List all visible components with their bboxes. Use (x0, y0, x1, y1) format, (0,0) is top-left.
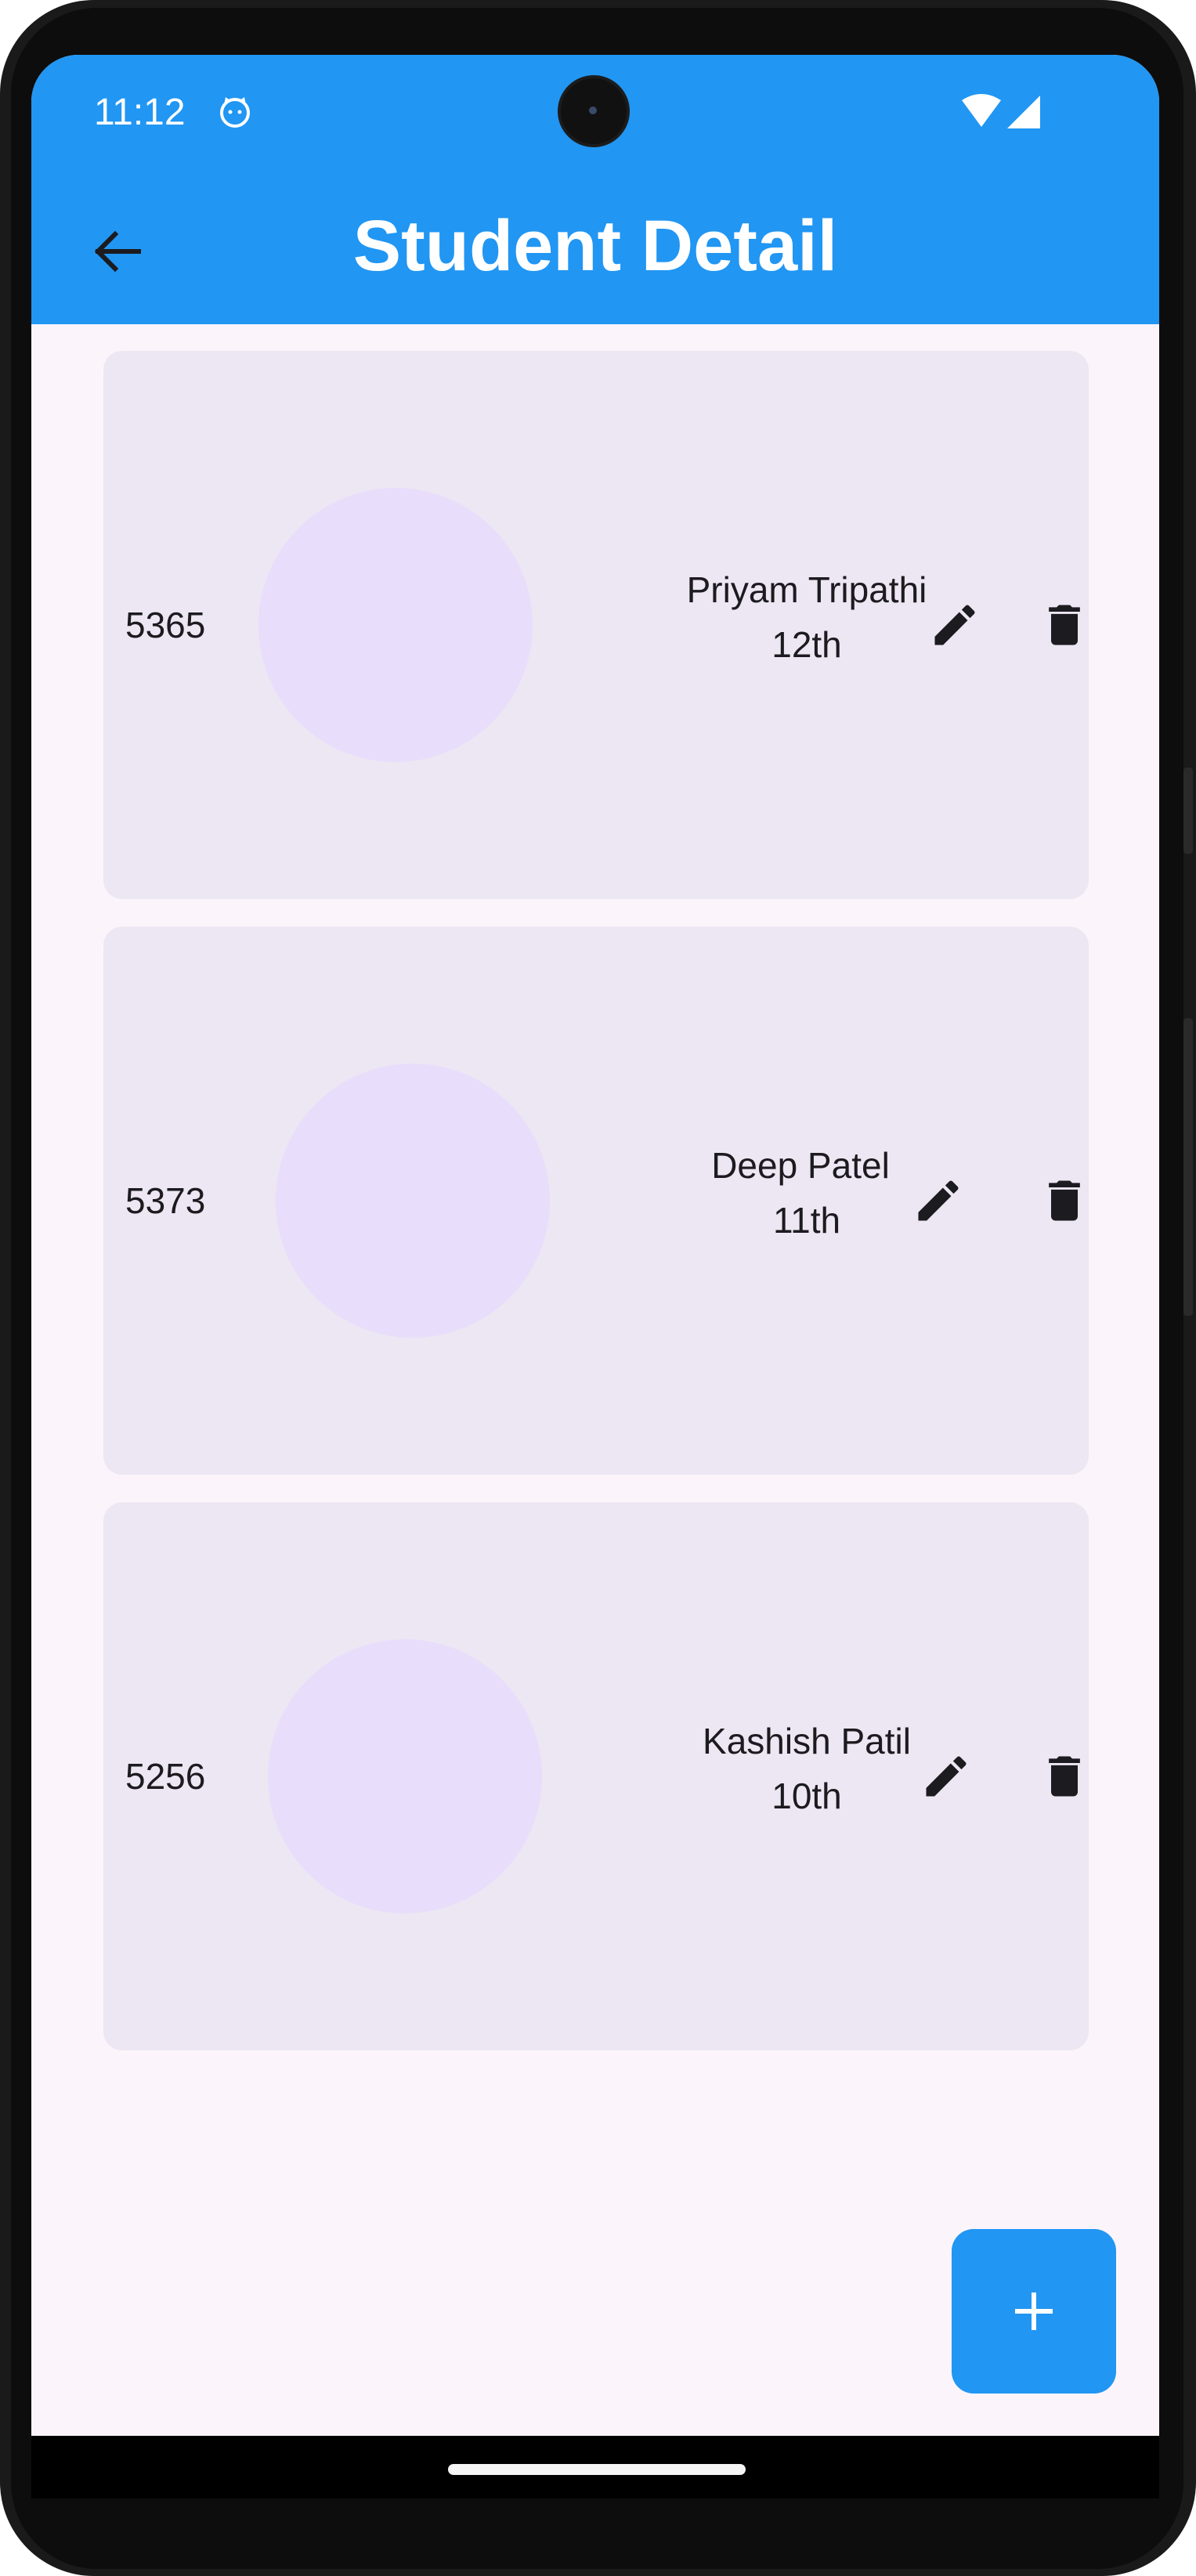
edit-button[interactable] (917, 587, 992, 663)
student-id: 5373 (125, 1180, 206, 1221)
front-camera (561, 78, 627, 144)
add-student-button[interactable] (952, 2229, 1116, 2394)
power-button (1183, 1018, 1193, 1316)
phone-frame: 11:12 Student Detail 5365 Priyam Tripath… (0, 0, 1196, 2576)
student-info: Kashish Patil 10th (674, 1714, 940, 1823)
student-card[interactable]: 5373 Deep Patel 11th (103, 927, 1089, 1475)
status-time: 11:12 (94, 92, 186, 133)
student-grade: 12th (771, 624, 842, 665)
volume-button (1183, 768, 1193, 854)
student-name: Priyam Tripathi (686, 569, 927, 610)
trash-icon (1049, 1180, 1080, 1221)
trash-icon (1049, 605, 1080, 645)
delete-button[interactable] (1027, 1739, 1102, 1814)
delete-button[interactable] (1027, 587, 1102, 663)
pencil-icon (934, 605, 975, 645)
student-name: Deep Patel (711, 1145, 890, 1186)
app-bar: 11:12 Student Detail (31, 55, 1159, 324)
trash-icon (1049, 1756, 1080, 1797)
delete-button[interactable] (1027, 1163, 1102, 1238)
app-screen: 11:12 Student Detail 5365 Priyam Tripath… (31, 55, 1159, 2498)
cat-face-icon (220, 97, 250, 128)
student-id: 5365 (125, 605, 206, 645)
student-card[interactable]: 5365 Priyam Tripathi 12th (103, 351, 1089, 899)
student-id: 5256 (125, 1756, 206, 1797)
student-grade: 11th (772, 1200, 841, 1241)
plus-icon (1015, 2292, 1053, 2330)
edit-button[interactable] (909, 1739, 984, 1814)
signal-icon (1007, 96, 1040, 128)
home-gesture-handle[interactable] (448, 2464, 746, 2475)
student-info: Priyam Tripathi 12th (674, 562, 940, 672)
student-card[interactable]: 5256 Kashish Patil 10th (103, 1502, 1089, 2050)
avatar (276, 1064, 550, 1338)
page-title: Student Detail (352, 206, 838, 286)
student-name: Kashish Patil (703, 1721, 911, 1761)
student-grade: 10th (771, 1776, 842, 1816)
edit-button[interactable] (901, 1163, 976, 1238)
avatar (268, 1639, 542, 1913)
wifi-icon (962, 94, 1001, 127)
pencil-icon (918, 1180, 959, 1221)
status-icons (962, 94, 1040, 128)
avatar (258, 488, 533, 762)
pencil-icon (926, 1756, 967, 1797)
student-info: Deep Patel 11th (667, 1138, 934, 1248)
